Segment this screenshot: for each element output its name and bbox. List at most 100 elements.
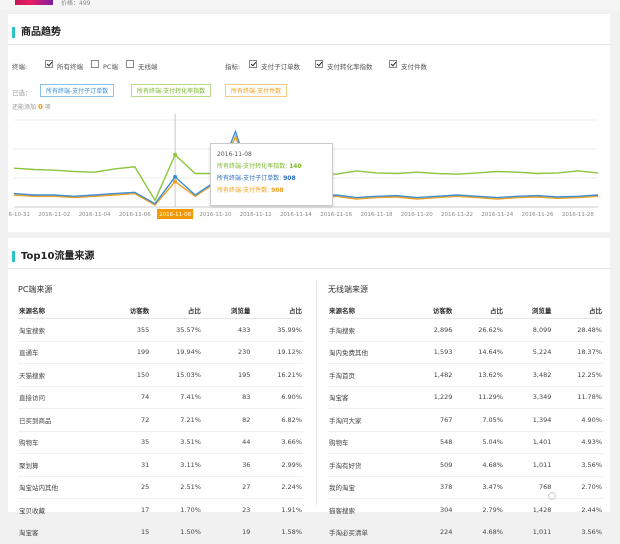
x-tick-label: 2016-11-22 [441, 212, 473, 218]
table-row[interactable]: 手淘首页 1,482 13.62% 3,482 12.25% [328, 363, 603, 387]
source-name: 我的淘宝 [328, 476, 411, 499]
source-metric: 199 [106, 341, 151, 364]
source-metric: 5,224 [503, 341, 553, 364]
source-metric: 5.04% [453, 431, 504, 454]
wl-header-cell: 来源名称 [328, 302, 411, 319]
source-metric: 6.82% [251, 408, 303, 432]
pc-sources-table: 来源名称 访客数 占比 浏览量 占比 淘宝搜索 355 35.57% 433 35.99% 直通车 1… [18, 302, 303, 544]
series-point [173, 152, 178, 157]
table-row[interactable]: 手淘搜索 2,896 26.62% 8,099 28.48% [328, 318, 603, 342]
trend-divider [8, 44, 610, 45]
x-tick-label: 2016-11-26 [522, 212, 554, 218]
metric-items-label[interactable]: 支付件数 [401, 61, 427, 71]
terminal-all-checkbox[interactable] [45, 60, 53, 68]
tooltip-row-conversion: 所有终端-支付转化率指数: 140 [217, 161, 326, 173]
source-metric: 7.05% [453, 408, 504, 432]
x-tick-label: 2016-11-04 [79, 212, 111, 218]
metric-suborders-checkbox[interactable] [249, 60, 257, 68]
table-row[interactable]: 我的淘宝 378 3.47% 768 2.70% [328, 476, 603, 499]
terminal-wireless-label[interactable]: 无线端 [138, 61, 158, 71]
table-row[interactable]: 手淘必买清单 224 4.68% 1,011 3.56% [328, 521, 603, 544]
table-row[interactable]: 直通车 199 19.94% 230 19.12% [18, 341, 303, 364]
source-metric: 1,401 [503, 431, 553, 454]
source-metric: 6.90% [251, 386, 303, 409]
source-metric: 378 [410, 476, 454, 499]
terminal-wireless-checkbox[interactable] [126, 60, 134, 68]
table-row[interactable]: 天猫搜索 150 15.03% 195 16.21% [18, 363, 303, 387]
source-metric: 26.62% [453, 318, 504, 342]
source-name: 购物车 [328, 431, 411, 454]
source-metric: 4.68% [453, 521, 504, 544]
table-row[interactable]: 购物车 548 5.04% 1,401 4.93% [328, 431, 603, 454]
source-metric: 13.62% [453, 363, 504, 387]
tooltip-label: 所有终端-支付件数: [217, 187, 270, 194]
source-metric: 74 [106, 386, 151, 409]
table-row[interactable]: 手淘有好货 509 4.68% 1,011 3.56% [328, 453, 603, 477]
table-row[interactable]: 宝贝收藏 17 1.70% 23 1.91% [18, 498, 303, 522]
top-bar [0, 0, 620, 10]
chip-conversion[interactable]: 所有终端-支付转化率指数 [131, 84, 212, 97]
source-metric: 3,349 [503, 386, 553, 409]
metric-conversion-checkbox[interactable] [315, 60, 323, 68]
source-metric: 2.70% [552, 476, 603, 499]
x-tick-label: 2016-11-16 [320, 212, 352, 218]
filter-row: 终端: 所有终端 PC端 无线端 指标: 支付子订单数 支付转化率指数 支付件数 [12, 60, 610, 72]
wl-header-row: 来源名称 访客数 占比 浏览量 占比 [328, 302, 603, 319]
table-row[interactable]: 淘内免费其他 1,593 14.64% 5,224 18.37% [328, 341, 603, 364]
source-metric: 1.70% [150, 498, 202, 522]
top10-title: Top10流量来源 [12, 251, 94, 262]
wl-header-cell: 占比 [552, 302, 603, 319]
source-metric: 35 [106, 431, 151, 454]
source-metric: 4.93% [552, 431, 603, 454]
x-tick-label: 2016-11-02 [38, 212, 70, 218]
source-metric: 304 [410, 498, 454, 522]
source-metric: 7.21% [150, 408, 202, 432]
table-row[interactable]: 猫客搜索 304 2.79% 1,428 2.44% [328, 498, 603, 522]
table-row[interactable]: 手淘问大家 767 7.05% 1,394 4.90% [328, 408, 603, 432]
wl-header-cell: 访客数 [410, 302, 454, 319]
table-row[interactable]: 淘宝客 1,229 11.29% 3,349 11.78% [328, 386, 603, 409]
metric-suborders-label[interactable]: 支付子订单数 [261, 61, 300, 71]
pc-header-cell: 浏览量 [201, 302, 252, 319]
metric-conversion-label[interactable]: 支付转化率指数 [327, 61, 373, 71]
chip-items[interactable]: 所有终端-支付件数 [225, 84, 288, 97]
table-row[interactable]: 淘宝搜索 355 35.57% 433 35.99% [18, 318, 303, 342]
table-row[interactable]: 购物车 35 3.51% 44 3.66% [18, 431, 303, 454]
terminal-pc-checkbox[interactable] [91, 60, 99, 68]
source-metric: 15.03% [150, 363, 202, 387]
source-name: 淘宝站内其他 [18, 476, 107, 499]
metric-items-checkbox[interactable] [389, 60, 397, 68]
wl-header-cell: 占比 [453, 302, 504, 319]
table-row[interactable]: 淘宝站内其他 25 2.51% 27 2.24% [18, 476, 303, 499]
source-metric: 768 [503, 476, 553, 499]
terminal-pc-label[interactable]: PC端 [103, 61, 118, 71]
table-row[interactable]: 聚划算 31 3.11% 36 2.99% [18, 453, 303, 477]
pc-header-cell: 来源名称 [18, 302, 107, 319]
product-thumbnail[interactable] [15, 0, 53, 5]
table-row[interactable]: 直接访问 74 7.41% 83 6.90% [18, 386, 303, 409]
source-name: 购物车 [18, 431, 107, 454]
source-metric: 3.56% [552, 453, 603, 477]
source-metric: 11.78% [552, 386, 603, 409]
pc-header-cell: 占比 [150, 302, 202, 319]
source-metric: 2.99% [251, 453, 303, 477]
terminal-all-label[interactable]: 所有终端 [57, 61, 83, 71]
source-metric: 150 [106, 363, 151, 387]
product-price: 价格：499 [61, 0, 91, 7]
table-row[interactable]: 已买到商品 72 7.21% 82 6.82% [18, 408, 303, 432]
source-metric: 3,482 [503, 363, 553, 387]
tooltip-label: 所有终端-支付转化率指数: [217, 163, 288, 170]
series-point [173, 174, 178, 179]
source-metric: 509 [410, 453, 454, 477]
source-metric: 1,394 [503, 408, 553, 432]
column-divider [316, 280, 317, 505]
x-tick-label: 2016-11-08 [159, 212, 191, 218]
chip-suborders[interactable]: 所有终端-支付子订单数 [40, 84, 115, 97]
tooltip-label: 所有终端-支付子订单数: [217, 175, 282, 182]
source-metric: 11.29% [453, 386, 504, 409]
source-metric: 83 [201, 386, 252, 409]
tooltip-date: 2016-11-08 [217, 151, 252, 158]
table-row[interactable]: 淘宝客 15 1.50% 19 1.58% [18, 521, 303, 544]
source-metric: 35.99% [251, 318, 303, 342]
source-metric: 19.94% [150, 341, 202, 364]
